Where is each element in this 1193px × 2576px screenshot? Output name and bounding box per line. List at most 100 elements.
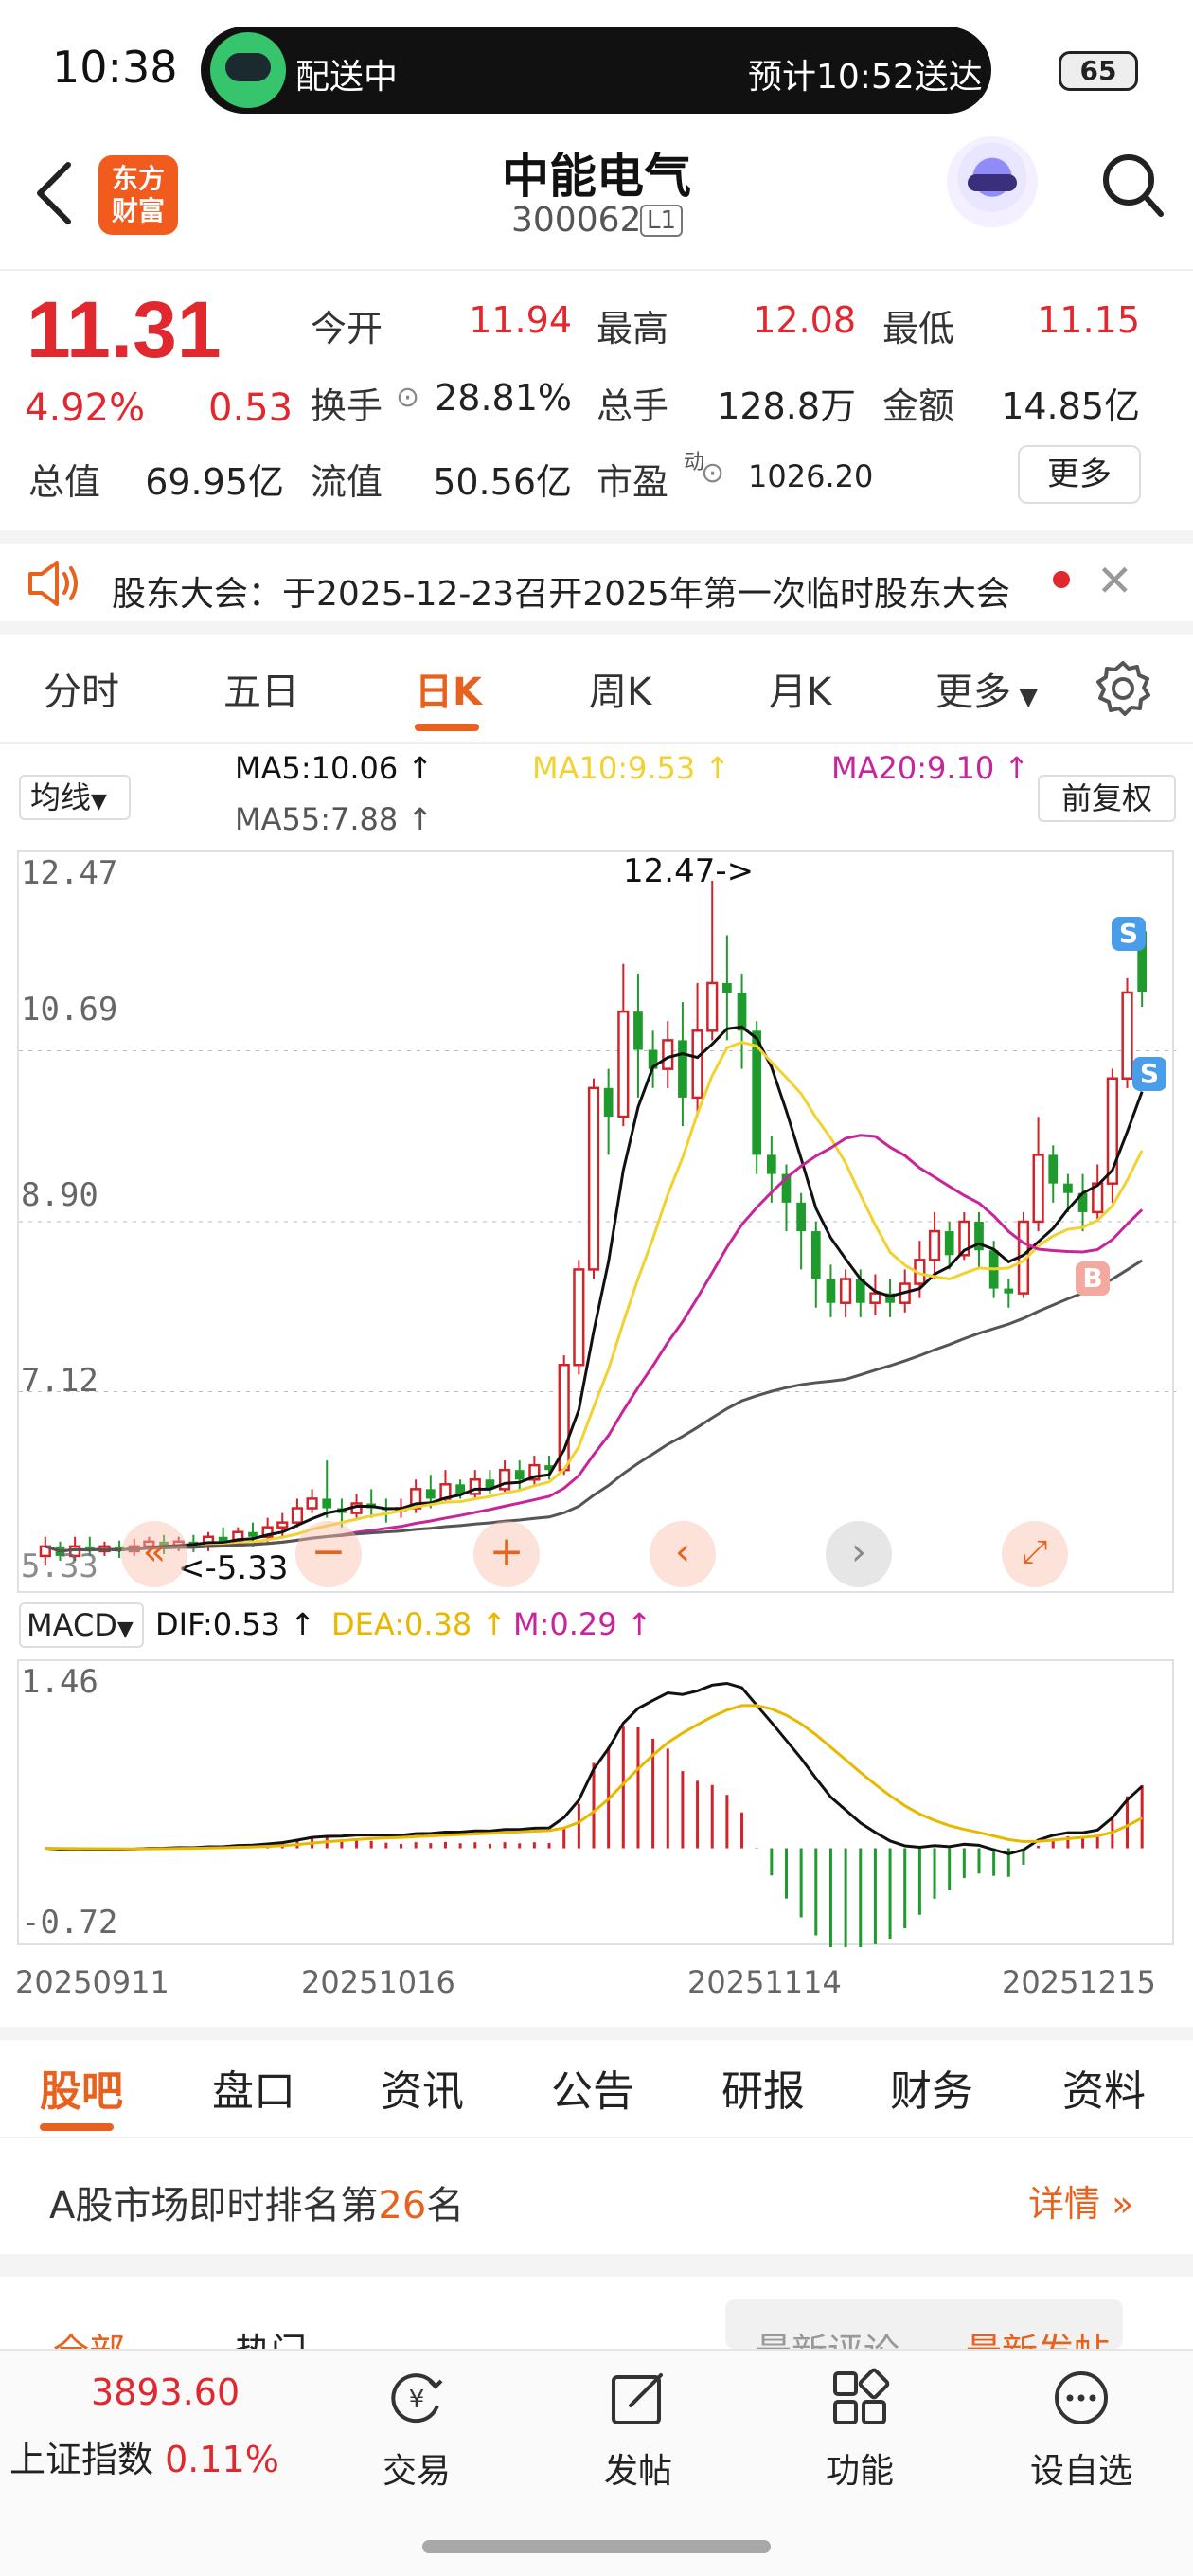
- index-value[interactable]: 3893.60: [91, 2371, 240, 2413]
- tab-more[interactable]: 更多 ▼: [935, 661, 1038, 716]
- tab-announcements[interactable]: 公告: [551, 2057, 634, 2118]
- price-adjust-button[interactable]: 前复权: [1038, 775, 1176, 822]
- home-indicator[interactable]: [422, 2540, 771, 2553]
- notice-text[interactable]: 股东大会：于2025-12-23召开2025年第一次临时股东大会: [112, 566, 1010, 616]
- y-tick-label: 8.90: [21, 1176, 98, 1214]
- candle: [1077, 1173, 1088, 1232]
- tab-five-day[interactable]: 五日: [223, 661, 299, 716]
- tab-order-book[interactable]: 盘口: [212, 2057, 295, 2118]
- gear-icon[interactable]: [1094, 659, 1152, 718]
- level-badge: L1: [640, 205, 684, 237]
- tab-profile[interactable]: 资料: [1062, 2057, 1146, 2118]
- kline-chart[interactable]: [17, 850, 1176, 1593]
- candle: [617, 963, 630, 1127]
- buy-signal-badge[interactable]: B: [1076, 1261, 1110, 1296]
- rank-detail-link[interactable]: 详情 »: [1028, 2174, 1133, 2227]
- more-dots-icon: [1055, 2371, 1108, 2424]
- zoom-out-icon[interactable]: −: [295, 1521, 362, 1587]
- kline-svg: [19, 881, 1176, 1566]
- candle: [498, 1460, 511, 1494]
- macd-svg: [45, 1681, 1144, 1947]
- candle: [469, 1470, 481, 1499]
- tab-guba[interactable]: 股吧: [40, 2057, 123, 2118]
- zoom-in-icon[interactable]: +: [473, 1521, 540, 1587]
- chevron-left-icon[interactable]: ‹: [650, 1521, 716, 1587]
- candle: [928, 1211, 941, 1279]
- candle: [737, 973, 747, 1069]
- y-tick-label: 7.12: [21, 1362, 98, 1400]
- index-ticker[interactable]: 上证指数 0.11%: [9, 2430, 279, 2482]
- tab-finance[interactable]: 财务: [890, 2057, 973, 2118]
- candle: [974, 1211, 984, 1270]
- candle: [869, 1274, 881, 1315]
- pe-label: 市盈: [596, 461, 669, 503]
- low-label: 最低: [882, 308, 955, 349]
- ma5-value: MA5:10.06 ↑: [235, 750, 434, 786]
- tab-monthly-k[interactable]: 月K: [769, 661, 831, 716]
- candle: [633, 973, 643, 1098]
- candle: [1032, 1117, 1044, 1232]
- sell-signal-badge[interactable]: S: [1132, 1057, 1166, 1091]
- pe-info-icon[interactable]: ⊙: [701, 456, 724, 490]
- ma55-value: MA55:7.88 ↑: [235, 801, 434, 837]
- caret-down-icon: ▼: [1011, 683, 1039, 711]
- chevron-right-icon[interactable]: ›: [826, 1521, 892, 1587]
- active-info-tab-indicator: [40, 2123, 114, 2131]
- candle: [573, 1260, 585, 1375]
- ma10-value: MA10:9.53 ↑: [532, 750, 731, 786]
- low-price-marker: <-5.33: [178, 1549, 289, 1587]
- active-tab-indicator: [415, 724, 479, 731]
- candle: [885, 1279, 895, 1317]
- nav-trade[interactable]: ¥ 交易: [341, 2368, 492, 2493]
- sell-signal-badge[interactable]: S: [1112, 917, 1146, 951]
- delivery-eta: 预计10:52送达: [748, 58, 983, 97]
- tab-weekly-k[interactable]: 周K: [589, 661, 651, 716]
- candle: [826, 1264, 836, 1317]
- close-icon[interactable]: ✕: [1096, 555, 1133, 606]
- nav-functions[interactable]: 功能: [784, 2368, 935, 2493]
- indicator-select[interactable]: 均线▼: [19, 775, 131, 820]
- high-label: 最高: [596, 308, 669, 349]
- caret-down-icon: ▼: [116, 1618, 134, 1641]
- volume-label: 总手: [596, 385, 669, 427]
- nav-post[interactable]: 发帖: [562, 2368, 714, 2493]
- section-divider: [0, 2027, 1193, 2040]
- candle: [322, 1460, 332, 1518]
- fullscreen-icon[interactable]: ⤢: [1002, 1521, 1068, 1587]
- change-amount: 0.53: [208, 386, 294, 430]
- candle: [603, 1068, 614, 1155]
- macd-chart[interactable]: [17, 1659, 1174, 1947]
- macd-y-tick-label: 1.46: [21, 1663, 98, 1701]
- nav-add-watchlist[interactable]: 设自选: [1006, 2368, 1157, 2493]
- tab-intraday[interactable]: 分时: [44, 661, 119, 716]
- rewind-icon[interactable]: «: [121, 1521, 187, 1587]
- search-icon[interactable]: [1098, 148, 1166, 224]
- float-cap-value: 50.56亿: [433, 461, 572, 503]
- macd-select[interactable]: MACD▼: [19, 1602, 144, 1648]
- battery-icon: 65: [1059, 51, 1138, 91]
- macd-y-tick-label: -0.72: [21, 1904, 118, 1941]
- tab-news[interactable]: 资讯: [381, 2057, 464, 2118]
- tab-daily-k[interactable]: 日K: [415, 661, 482, 716]
- stock-code: 300062: [511, 201, 642, 240]
- candle: [810, 1222, 821, 1308]
- candle: [691, 982, 703, 1118]
- nav-label: 发帖: [603, 2452, 672, 2491]
- svg-text:¥: ¥: [409, 2386, 425, 2414]
- info-tabs-divider: [0, 2137, 1193, 2138]
- nav-label: 交易: [382, 2452, 451, 2491]
- indicator-select-label: 均线: [30, 779, 92, 815]
- more-button[interactable]: 更多: [1018, 445, 1141, 504]
- delivery-rider-icon: [210, 32, 286, 108]
- change-percent: 4.92%: [25, 386, 146, 430]
- notice-unread-dot: [1053, 571, 1070, 588]
- market-cap-value: 69.95亿: [145, 461, 284, 503]
- tab-research[interactable]: 研报: [721, 2057, 805, 2118]
- float-cap-label: 流值: [311, 461, 383, 503]
- grid-icon: [833, 2368, 890, 2424]
- delivery-status: 配送中: [295, 58, 399, 97]
- candle: [706, 881, 719, 1041]
- ai-assistant-icon[interactable]: [947, 136, 1038, 227]
- turnover-info-icon[interactable]: ⊙: [396, 381, 419, 414]
- section-divider: [0, 2254, 1193, 2277]
